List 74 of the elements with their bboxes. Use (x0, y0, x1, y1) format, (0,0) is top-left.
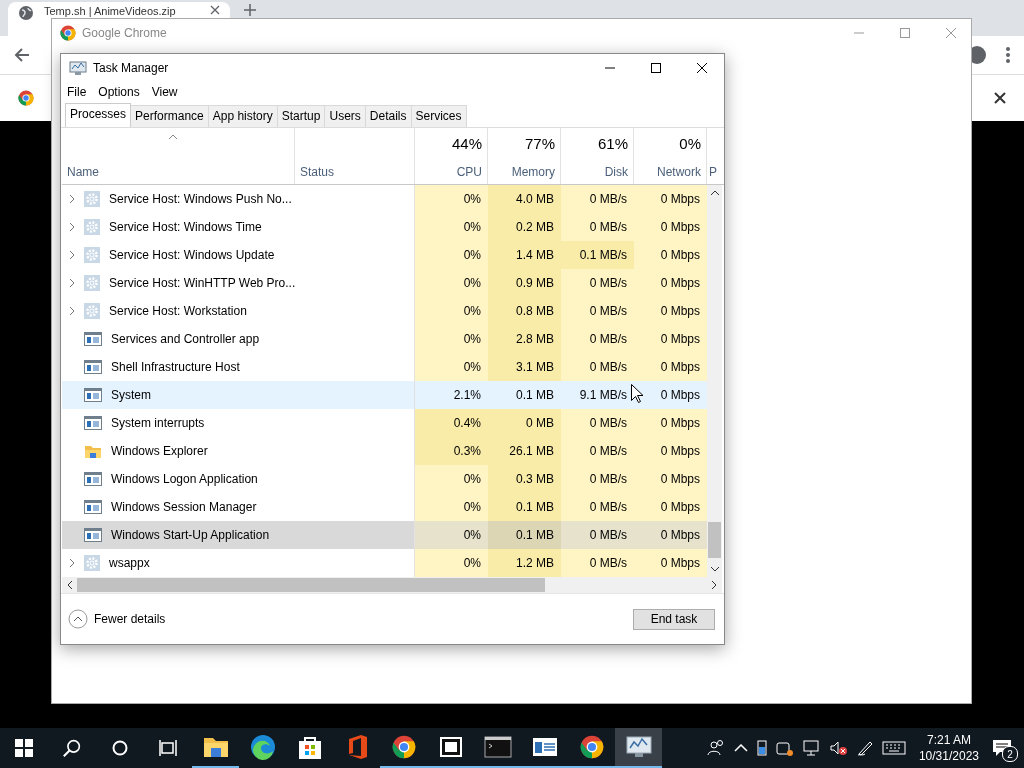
table-cell: 0 MB/s (561, 409, 634, 437)
table-cell: 0 Mbps (634, 297, 707, 325)
process-name: Service Host: Windows Push No... (109, 192, 292, 206)
table-cell: 0.3 MB (488, 465, 561, 493)
table-cell: 0% (415, 269, 488, 297)
tab-title: Temp.sh | AnimeVideos.zip (44, 5, 177, 18)
table-cell: 3.1 MB (488, 353, 561, 381)
table-cell: 0 Mbps (634, 213, 707, 241)
table-cell: 26.1 MB (488, 437, 561, 465)
table-cell: 0 MB/s (561, 353, 634, 381)
table-cell: 0 MB/s (561, 325, 634, 353)
table-cell: 0 MB (488, 409, 561, 437)
process-name: System (111, 388, 151, 402)
process-name: Service Host: Windows Update (109, 248, 275, 262)
table-cell: 0.1 MB/s (561, 241, 634, 269)
column-percent: 77% (524, 135, 555, 152)
process-name: Service Host: Workstation (109, 304, 247, 318)
process-name: Windows Explorer (111, 444, 208, 458)
table-cell: 0 MB/s (561, 213, 634, 241)
window-title: Google Chrome (82, 26, 168, 40)
table-cell: 0 Mbps (634, 549, 707, 577)
process-name: Shell Infrastructure Host (111, 360, 240, 374)
table-cell: 0% (415, 465, 488, 493)
column-percent: 61% (597, 135, 628, 152)
window-title: Task Manager (93, 61, 170, 75)
table-cell: 0 MB/s (561, 493, 634, 521)
table-cell: 0 Mbps (634, 521, 707, 549)
table-cell: 0.2 MB (488, 213, 561, 241)
table-cell: 0.9 MB (488, 269, 561, 297)
table-cell: 4.0 MB (488, 185, 561, 213)
table-cell: 0% (415, 213, 488, 241)
table-cell: 0 Mbps (634, 409, 707, 437)
process-name: Service Host: WinHTTP Web Pro... (109, 276, 296, 290)
table-cell: 0 MB/s (561, 297, 634, 325)
table-cell: 0% (415, 185, 488, 213)
table-cell: 0 MB/s (561, 521, 634, 549)
table-cell: 0% (415, 549, 488, 577)
table-cell: 0 Mbps (634, 465, 707, 493)
table-cell: 0.4% (415, 409, 488, 437)
process-name: Windows Start-Up Application (111, 528, 270, 542)
table-cell: 0 MB/s (561, 465, 634, 493)
table-cell: 0 Mbps (634, 437, 707, 465)
table-cell: 0 MB/s (561, 269, 634, 297)
table-cell: 0 Mbps (634, 241, 707, 269)
process-name: wsappx (109, 556, 150, 570)
table-cell: 0.3% (415, 437, 488, 465)
table-cell: 0% (415, 241, 488, 269)
process-name: Service Host: Windows Time (109, 220, 262, 234)
table-cell: 0% (415, 521, 488, 549)
notification-count: 2 (1002, 746, 1018, 762)
table-cell: 0 Mbps (634, 185, 707, 213)
table-cell: 0.1 MB (488, 521, 561, 549)
process-name: System interrupts (111, 416, 205, 430)
column-percent: 0% (679, 135, 701, 152)
table-cell: 0% (415, 493, 488, 521)
table-cell: 0.8 MB (488, 297, 561, 325)
table-cell: 0.1 MB (488, 493, 561, 521)
table-cell: 0% (415, 325, 488, 353)
table-cell: 1.4 MB (488, 241, 561, 269)
table-cell: 2.8 MB (488, 325, 561, 353)
process-name: Windows Session Manager (111, 500, 257, 514)
process-name: Services and Controller app (111, 332, 260, 346)
table-cell: 0 Mbps (634, 353, 707, 381)
column-percent: 44% (451, 135, 482, 152)
table-cell: 1.2 MB (488, 549, 561, 577)
table-cell: 0% (415, 353, 488, 381)
table-cell: 0 Mbps (634, 493, 707, 521)
table-cell: 0% (415, 297, 488, 325)
table-cell: 0 MB/s (561, 437, 634, 465)
process-name: Windows Logon Application (111, 472, 258, 486)
table-cell: 0 MB/s (561, 185, 634, 213)
table-cell: 0 Mbps (634, 325, 707, 353)
table-cell: 0 MB/s (561, 549, 634, 577)
table-cell: 0 Mbps (634, 269, 707, 297)
